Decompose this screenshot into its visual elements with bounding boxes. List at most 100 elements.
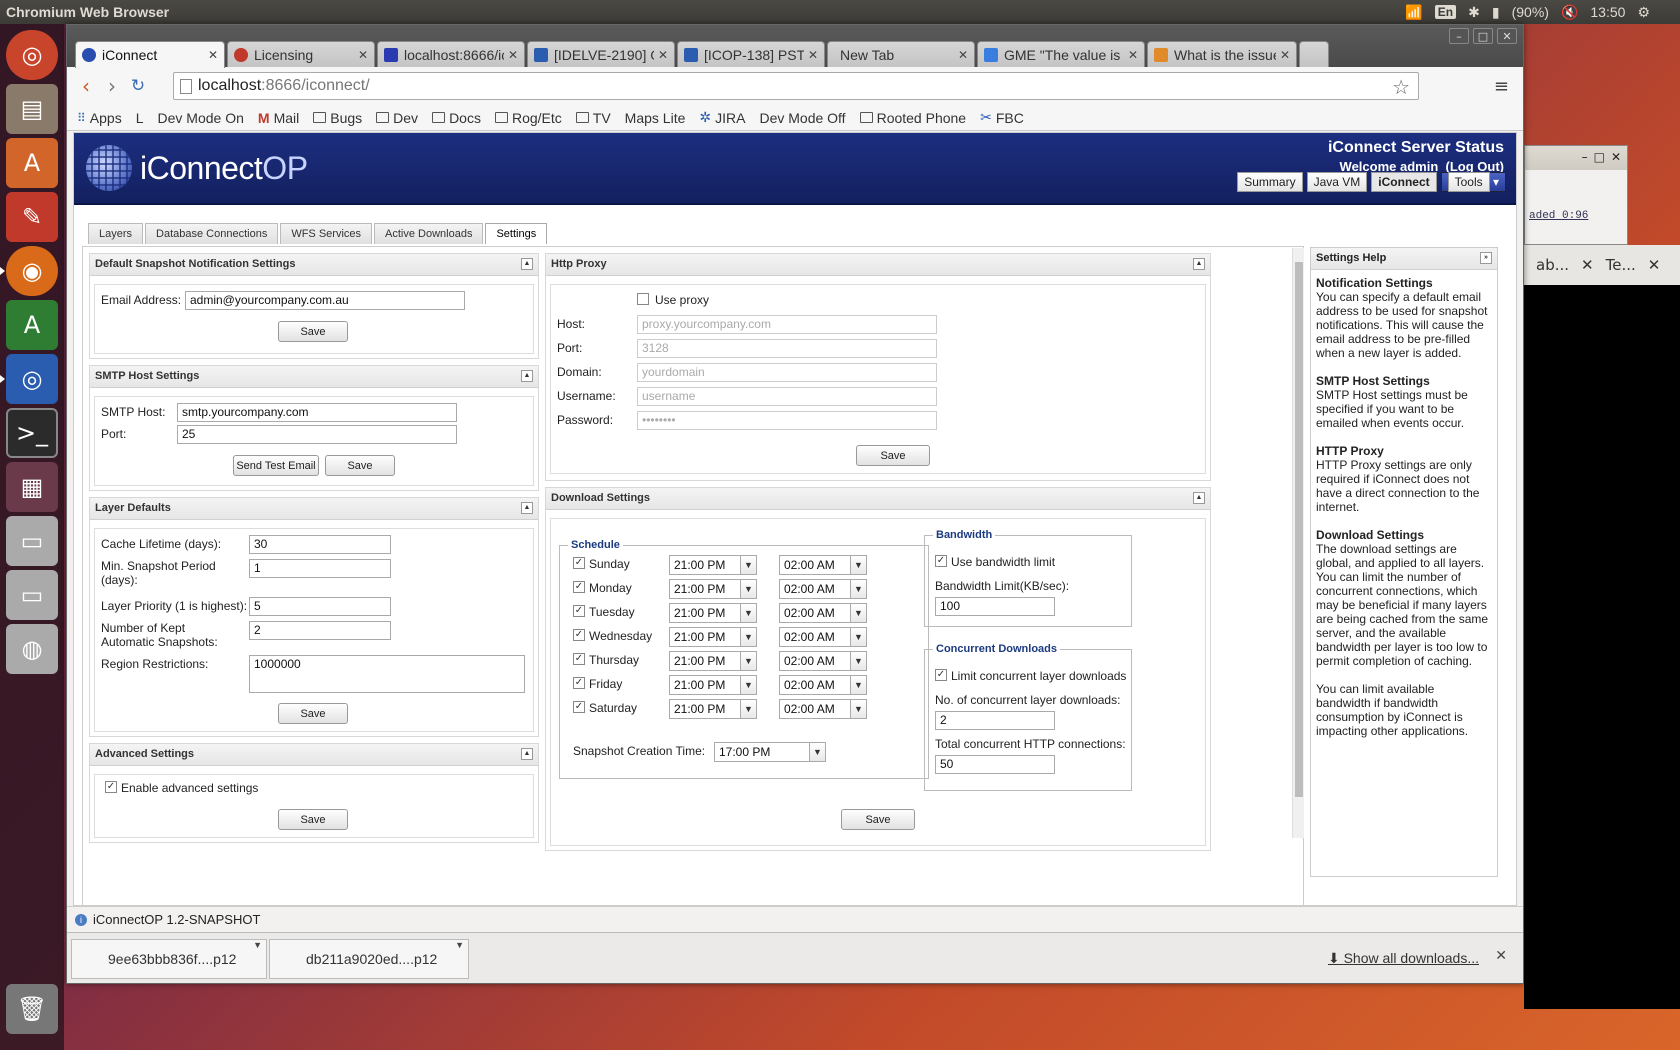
layer-priority-field[interactable]: 5: [249, 597, 391, 616]
proxy-domain-field[interactable]: yourdomain: [637, 363, 937, 382]
start-time-select[interactable]: 21:00 PM ▼: [669, 627, 757, 647]
volume-icon[interactable]: 🔇: [1561, 4, 1578, 21]
proxy-host-field[interactable]: proxy.yourcompany.com: [637, 315, 937, 334]
clock[interactable]: 13:50: [1590, 4, 1625, 20]
day-checkbox[interactable]: ✓: [573, 677, 585, 689]
tab-layers[interactable]: Layers: [88, 223, 144, 244]
close-icon[interactable]: ✕: [1128, 48, 1138, 62]
update-manager-icon[interactable]: A: [6, 300, 58, 350]
end-time-select[interactable]: 02:00 AM ▼: [779, 675, 867, 695]
keyboard-indicator[interactable]: En: [1434, 5, 1457, 19]
chevron-down-icon[interactable]: ▼: [455, 940, 464, 950]
bookmark-folder[interactable]: Docs: [432, 110, 481, 126]
region-restrictions-textarea[interactable]: 1000000: [249, 655, 525, 693]
drive-icon[interactable]: ▭: [6, 516, 58, 566]
nav-summary-button[interactable]: Summary: [1237, 172, 1303, 192]
smtp-port-field[interactable]: 25: [177, 425, 457, 444]
forward-icon[interactable]: ›: [99, 74, 125, 98]
email-field[interactable]: admin@yourcompany.com.au: [185, 291, 465, 310]
tab-active-downloads[interactable]: Active Downloads: [374, 223, 484, 244]
day-checkbox[interactable]: ✓: [573, 557, 585, 569]
browser-tab[interactable]: [IDELVE-2190] G ✕: [527, 41, 675, 67]
close-icon[interactable]: ✕: [1648, 256, 1661, 274]
bookmark-item[interactable]: Dev Mode On: [73, 110, 244, 225]
download-item[interactable]: db211a9020ed....p12 ▼: [269, 939, 469, 979]
collapse-icon[interactable]: ▲: [521, 748, 533, 760]
drive-icon[interactable]: ▭: [6, 570, 58, 620]
bookmark-item[interactable]: Dev Mode Off: [73, 110, 846, 225]
close-icon[interactable]: ✕: [958, 48, 968, 62]
end-time-select[interactable]: 02:00 AM ▼: [779, 555, 867, 575]
minimize-icon[interactable]: –: [1582, 150, 1588, 166]
address-bar[interactable]: localhost:8666/iconnect/ ☆: [173, 72, 1419, 100]
bookmark-folder[interactable]: TV: [575, 110, 611, 126]
minimize-icon[interactable]: –: [1449, 28, 1469, 44]
collapse-icon[interactable]: ▲: [1193, 492, 1205, 504]
close-icon[interactable]: ✕: [1611, 150, 1621, 166]
bg-tab[interactable]: Te...: [1594, 256, 1648, 274]
bookmark-item[interactable]: M Mail: [258, 110, 299, 126]
close-icon[interactable]: ✕: [208, 48, 218, 62]
bookmark-folder[interactable]: Rooted Phone: [859, 110, 966, 126]
bookmark-folder[interactable]: Bugs: [313, 110, 362, 126]
browser-tab[interactable]: [ICOP-138] PST-1 ✕: [677, 41, 825, 67]
bookmark-item[interactable]: ✂ FBC: [980, 109, 1024, 126]
close-icon[interactable]: ✕: [1495, 948, 1507, 964]
bookmark-item[interactable]: Maps Lite: [73, 110, 685, 225]
tab-wfs-services[interactable]: WFS Services: [280, 223, 373, 244]
system-settings-icon[interactable]: ✎: [6, 192, 58, 242]
background-terminal-window[interactable]: ab... ✕ Te... ✕: [1524, 245, 1680, 1009]
bookmark-folder[interactable]: Rog/Etc: [494, 110, 562, 126]
close-icon[interactable]: ✕: [808, 48, 818, 62]
start-time-select[interactable]: 21:00 PM ▼: [669, 603, 757, 623]
enable-advanced-checkbox[interactable]: ✓: [105, 781, 117, 793]
start-time-select[interactable]: 21:00 PM ▼: [669, 555, 757, 575]
tab-settings[interactable]: Settings: [485, 223, 548, 244]
collapse-icon[interactable]: ▲: [521, 502, 533, 514]
proxy-username-field[interactable]: username: [637, 387, 937, 406]
save-button[interactable]: Save: [278, 321, 348, 342]
close-icon[interactable]: ✕: [358, 48, 368, 62]
bookmark-apps[interactable]: ⠿ Apps: [77, 110, 122, 126]
use-proxy-checkbox[interactable]: [637, 293, 649, 305]
new-tab-button[interactable]: [1299, 41, 1329, 67]
menu-icon[interactable]: ≡: [1494, 76, 1509, 97]
bookmark-item[interactable]: L: [73, 110, 144, 225]
proxy-password-field[interactable]: ••••••••: [637, 411, 937, 430]
start-time-select[interactable]: 21:00 PM ▼: [669, 579, 757, 599]
chevron-down-icon[interactable]: ▼: [253, 940, 262, 950]
maximize-icon[interactable]: □: [1594, 150, 1605, 166]
day-checkbox[interactable]: ✓: [573, 581, 585, 593]
wifi-icon[interactable]: 📶: [1405, 4, 1422, 21]
save-button[interactable]: Save: [278, 703, 348, 724]
bg-tab[interactable]: ab...: [1524, 256, 1581, 274]
browser-tab[interactable]: What is the issue ✕: [1147, 41, 1297, 67]
concurrent-count-field[interactable]: 2: [935, 711, 1055, 730]
snapshot-time-select[interactable]: 17:00 PM ▼: [714, 742, 826, 762]
back-icon[interactable]: ‹: [73, 74, 99, 98]
nav-iconnect-button[interactable]: iConnect: [1371, 172, 1437, 192]
tools-menu-button[interactable]: Tools ▾: [1440, 172, 1506, 192]
bandwidth-limit-field[interactable]: 100: [935, 597, 1055, 616]
software-center-icon[interactable]: A: [6, 138, 58, 188]
chromium-icon[interactable]: ◎: [0, 354, 58, 404]
end-time-select[interactable]: 02:00 AM ▼: [779, 579, 867, 599]
save-button[interactable]: Save: [856, 445, 930, 466]
day-checkbox[interactable]: ✓: [573, 701, 585, 713]
reload-icon[interactable]: ↻: [125, 76, 151, 96]
send-test-email-button[interactable]: Send Test Email: [233, 455, 319, 476]
bookmark-folder[interactable]: Dev: [376, 110, 418, 126]
trash-icon[interactable]: 🗑: [6, 984, 58, 1034]
firefox-icon[interactable]: ◉: [0, 246, 58, 296]
background-window[interactable]: – □ ✕ aded 0:96: [1524, 145, 1628, 245]
battery-icon[interactable]: ▮: [1492, 4, 1500, 21]
tab-database-connections[interactable]: Database Connections: [145, 223, 279, 244]
close-icon[interactable]: ✕: [1280, 48, 1290, 62]
start-time-select[interactable]: 21:00 PM ▼: [669, 699, 757, 719]
collapse-icon[interactable]: ▲: [521, 258, 533, 270]
end-time-select[interactable]: 02:00 AM ▼: [779, 627, 867, 647]
use-bandwidth-checkbox[interactable]: ✓: [935, 555, 947, 567]
end-time-select[interactable]: 02:00 AM ▼: [779, 651, 867, 671]
bluetooth-icon[interactable]: ✱: [1468, 4, 1480, 21]
terminal-icon[interactable]: >_: [6, 408, 58, 458]
